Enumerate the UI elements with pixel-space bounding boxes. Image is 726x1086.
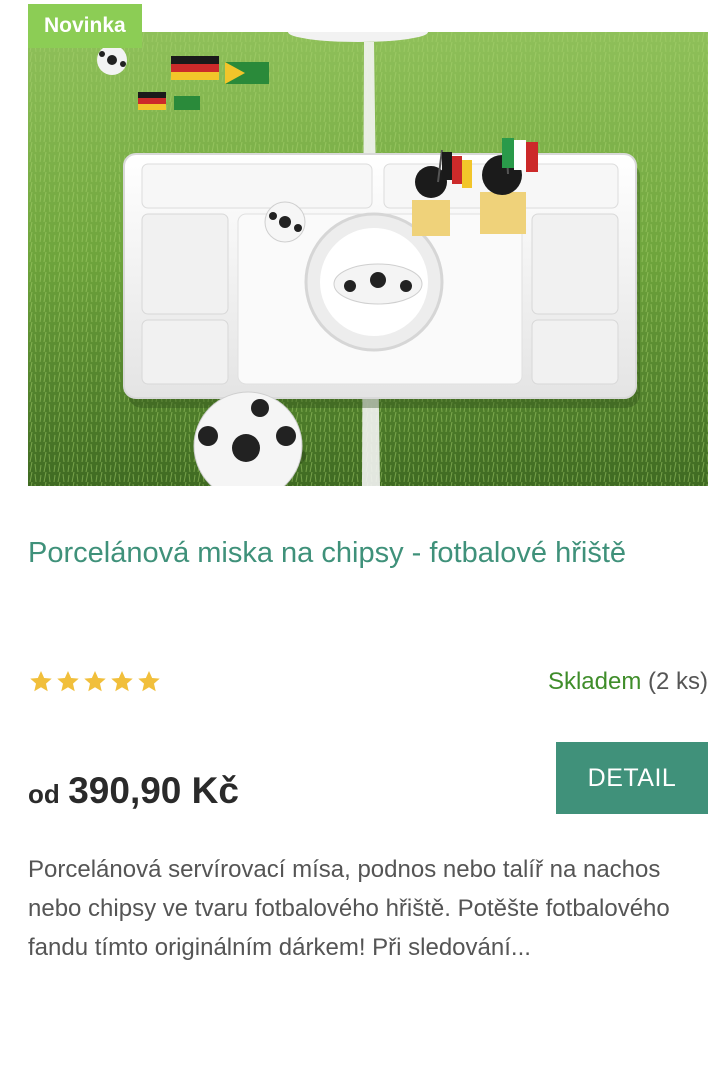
price-amount: 390,90 Kč [68, 770, 239, 811]
star-icon [138, 670, 160, 692]
stock-status: Skladem [547, 668, 642, 695]
detail-button[interactable]: DETAIL [556, 742, 708, 814]
availability: Skladem (2 ks) [548, 668, 708, 696]
star-rating [28, 668, 162, 700]
star-icon [30, 670, 52, 692]
stock-quantity: (2 ks) [648, 668, 708, 695]
star-icon [57, 670, 79, 692]
star-icon [84, 670, 106, 692]
new-badge: Novinka [28, 4, 142, 48]
price-prefix: od [28, 779, 60, 809]
product-image[interactable] [28, 32, 708, 486]
product-price: od 390,90 Kč [28, 770, 239, 812]
star-icon [111, 670, 133, 692]
product-card: Novinka Porcelánová miska na chipsy - fo… [0, 0, 726, 1086]
product-description: Porcelánová servírovací mísa, podnos neb… [28, 856, 670, 961]
product-title[interactable]: Porcelánová miska na chipsy - fotbalové … [28, 537, 718, 570]
